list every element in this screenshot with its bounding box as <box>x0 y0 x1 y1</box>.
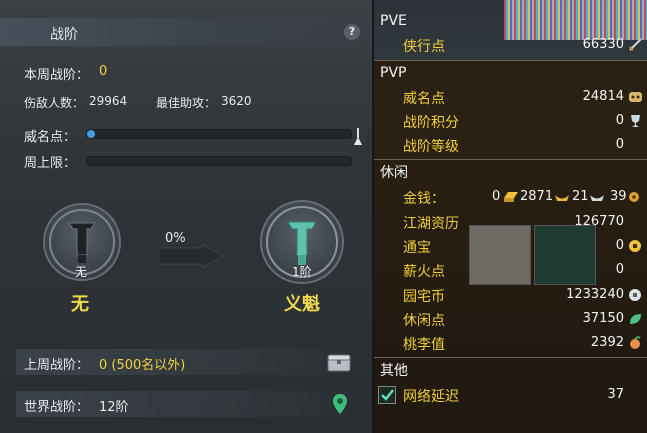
cap-marker-icon <box>354 128 362 145</box>
location-pin-icon[interactable] <box>333 394 347 414</box>
pvp-row-1: 战阶积分 0 <box>374 109 647 133</box>
latency-row: 网络延迟 37 <box>374 383 647 407</box>
pve-row-value: 66330 <box>582 37 624 52</box>
help-icon[interactable]: ? <box>344 24 360 40</box>
gold-ingot-icon <box>555 195 569 201</box>
leisure-row-name: 江湖资历 <box>403 216 459 232</box>
next-rank-name: 义魁 <box>284 294 320 315</box>
progress-arrow-icon <box>158 244 226 268</box>
other-header: 其他 <box>380 363 408 379</box>
last-week-value: 0 (500名以外) <box>99 358 186 373</box>
pve-row-0: 侠行点 66330 <box>374 33 647 57</box>
world-rank-value: 12阶 <box>99 400 129 415</box>
coin-value: 39 <box>610 189 627 204</box>
leisure-row-value: 0 <box>615 238 624 253</box>
house-coin-icon <box>629 289 641 301</box>
leisure-header: 休闲 <box>380 165 408 181</box>
prestige-label: 威名点： <box>24 130 77 145</box>
kills-value: 29964 <box>89 94 128 108</box>
divider <box>374 159 647 160</box>
leisure-row-name: 园宅币 <box>403 289 445 305</box>
prestige-progress-bar <box>86 129 352 139</box>
pvp-row-name: 战阶积分 <box>403 115 459 131</box>
mask-icon <box>629 92 642 102</box>
weekly-rank-label: 本周战阶： <box>24 68 90 83</box>
assists-label: 最佳助攻： <box>156 96 217 110</box>
divider <box>374 357 647 358</box>
leisure-row-value: 1233240 <box>566 287 624 302</box>
kills-label: 伤敌人数： <box>24 96 85 110</box>
trophy-icon <box>631 115 640 127</box>
currency-tooltip-panel: PVE 侠行点 66330 PVP 威名点 24814 战阶积分 0 战阶等级 … <box>374 0 647 433</box>
pvp-row-value: 0 <box>615 137 624 152</box>
gold-brick-value: 0 <box>492 189 501 204</box>
weekly-cap-progress-bar <box>86 156 352 166</box>
pvp-row-value: 0 <box>615 113 624 128</box>
leisure-row-value: 2392 <box>590 335 624 350</box>
current-rank-sub: 无 <box>75 265 88 279</box>
leisure-row-4: 休闲点 37150 <box>374 307 647 331</box>
world-rank-label: 世界战阶： <box>24 400 90 415</box>
leisure-row-name: 休闲点 <box>403 313 445 329</box>
assists-value: 3620 <box>221 94 252 108</box>
pvp-row-name: 威名点 <box>403 91 445 107</box>
leisure-row-value: 0 <box>615 262 624 277</box>
gold-ingot-value: 2871 <box>520 189 554 204</box>
silver-ingot-icon <box>590 195 604 201</box>
silver-ingot-value: 21 <box>572 189 589 204</box>
next-rank-sub: 1阶 <box>292 265 312 279</box>
leisure-row-value: 37150 <box>582 311 624 326</box>
pvp-header: PVP <box>380 65 407 81</box>
leisure-row-1: 通宝 0 <box>374 234 647 258</box>
weekly-cap-label: 周上限： <box>24 156 77 171</box>
leisure-row-name: 通宝 <box>403 240 431 256</box>
leaf-icon <box>630 314 641 324</box>
money-label: 金钱： <box>403 191 445 207</box>
divider <box>374 60 647 61</box>
pvp-row-0: 威名点 24814 <box>374 85 647 109</box>
tongbao-coin-icon <box>629 240 641 252</box>
chest-icon[interactable] <box>327 354 351 372</box>
pvp-row-2: 战阶等级 0 <box>374 133 647 157</box>
peach-icon <box>630 336 641 349</box>
latency-value: 37 <box>607 387 624 402</box>
prestige-progress-fill <box>87 130 95 138</box>
leisure-row-0: 江湖资历 126770 <box>374 210 647 234</box>
tab-battle-rank[interactable]: 战阶 <box>50 24 78 44</box>
pve-row-name: 侠行点 <box>403 39 445 55</box>
leisure-row-name: 桃李值 <box>403 337 445 353</box>
copper-coin-icon <box>629 192 639 202</box>
latency-name: 网络延迟 <box>403 389 459 405</box>
gold-brick-icon <box>504 192 518 202</box>
battle-rank-panel: 战阶 ? 本周战阶： 0 伤敌人数： 29964 最佳助攻： 3620 威名点：… <box>0 0 373 433</box>
leisure-row-5: 桃李值 2392 <box>374 331 647 355</box>
leisure-row-3: 园宅币 1233240 <box>374 283 647 307</box>
weekly-rank-value: 0 <box>99 64 108 79</box>
pve-header: PVE <box>380 13 407 29</box>
last-week-label: 上周战阶： <box>24 358 90 373</box>
current-rank-name: 无 <box>71 294 89 315</box>
sword-icon <box>629 38 642 51</box>
leisure-row-2: 薪火点 0 <box>374 258 647 282</box>
pvp-row-value: 24814 <box>582 89 624 104</box>
leisure-row-value: 126770 <box>574 214 624 229</box>
pvp-row-name: 战阶等级 <box>403 139 459 155</box>
leisure-row-name: 薪火点 <box>403 264 445 280</box>
money-row: 金钱： 0 2871 21 39 <box>374 185 647 209</box>
